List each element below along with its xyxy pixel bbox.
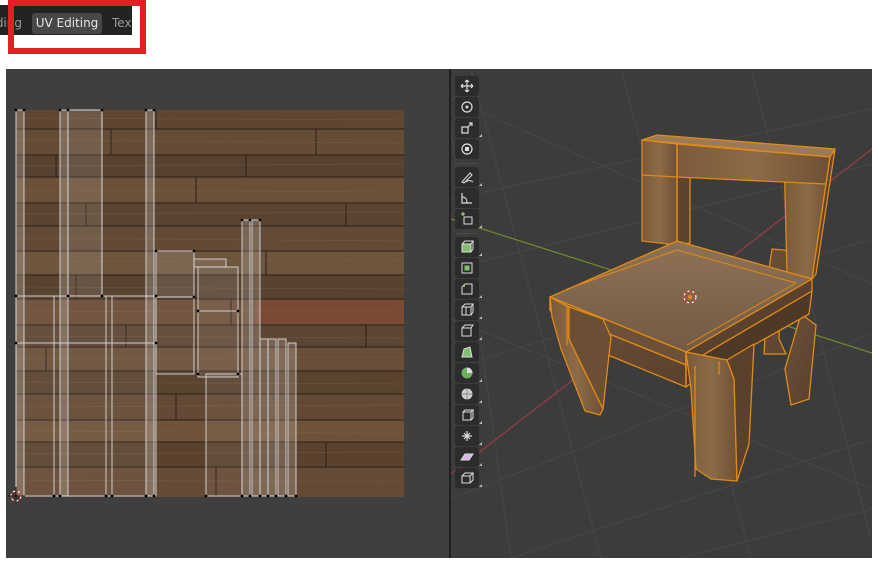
tab-shading[interactable]: ding bbox=[0, 13, 22, 34]
screenshot-root: ding UV Editing Text bbox=[0, 0, 878, 564]
tab-uv-editing[interactable]: UV Editing bbox=[32, 13, 102, 34]
move-icon[interactable] bbox=[455, 76, 479, 96]
measure-icon[interactable] bbox=[455, 188, 479, 208]
3d-viewport[interactable] bbox=[451, 69, 872, 558]
uv-editor[interactable] bbox=[6, 69, 449, 558]
tab-texture-paint[interactable]: Text bbox=[112, 13, 132, 34]
edge-slide-icon[interactable] bbox=[455, 405, 482, 425]
bevel-icon[interactable] bbox=[455, 279, 482, 299]
rip-region-icon[interactable] bbox=[455, 468, 482, 488]
workspace-tab-strip: ding UV Editing Text bbox=[0, 0, 147, 54]
viewport-toolbar bbox=[455, 76, 482, 488]
shrink-fatten-icon[interactable] bbox=[455, 426, 482, 446]
knife-icon[interactable] bbox=[455, 321, 482, 341]
annotate-icon[interactable] bbox=[455, 167, 482, 187]
transform-icon[interactable] bbox=[455, 139, 479, 159]
smooth-icon[interactable] bbox=[455, 384, 482, 404]
scale-icon[interactable] bbox=[455, 118, 482, 138]
rotate-icon[interactable] bbox=[455, 97, 479, 117]
uv-islands-overlay[interactable] bbox=[6, 69, 449, 558]
viewport-scene bbox=[451, 69, 872, 558]
poly-build-icon[interactable] bbox=[455, 342, 479, 362]
add-cube-icon[interactable] bbox=[455, 209, 482, 229]
chair-object[interactable] bbox=[549, 134, 836, 482]
shear-icon[interactable] bbox=[455, 447, 482, 467]
workspace-tab-bar: ding UV Editing Text bbox=[0, 5, 134, 35]
loop-cut-icon[interactable] bbox=[455, 300, 482, 320]
inset-faces-icon[interactable] bbox=[455, 258, 479, 278]
spin-icon[interactable] bbox=[455, 363, 482, 383]
blender-editor-area bbox=[6, 69, 872, 558]
extrude-region-icon[interactable] bbox=[455, 237, 482, 257]
tab-strip-cut-edge bbox=[132, 4, 135, 45]
